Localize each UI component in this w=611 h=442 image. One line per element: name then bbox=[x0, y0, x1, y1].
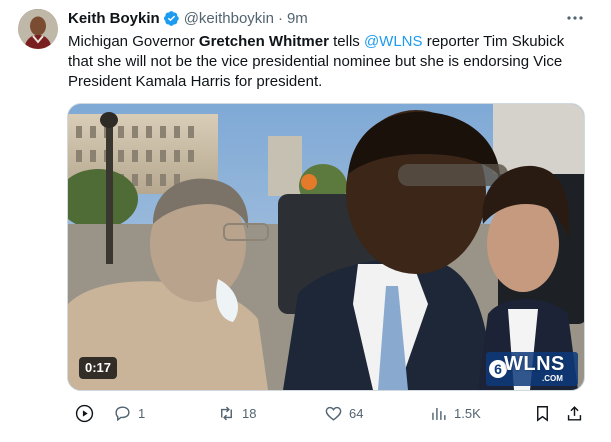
repost-icon[interactable] bbox=[217, 404, 236, 423]
author-handle[interactable]: @keithboykin bbox=[184, 10, 274, 27]
author-name[interactable]: Keith Boykin bbox=[68, 10, 160, 27]
tweet-text-part: Michigan Governor bbox=[68, 33, 199, 50]
logo-text: WLNS bbox=[504, 353, 565, 375]
like-count: 64 bbox=[349, 405, 364, 421]
video-duration: 0:17 bbox=[79, 357, 118, 379]
share-icon[interactable] bbox=[565, 404, 584, 423]
reply-icon[interactable] bbox=[113, 404, 132, 423]
tweet-text-part: tells bbox=[328, 33, 364, 50]
reply-button[interactable]: 1 bbox=[113, 402, 145, 424]
verified-badge-icon[interactable] bbox=[163, 10, 180, 27]
logo-sub: .COM bbox=[542, 374, 563, 383]
action-bar: 1 18 64 1.5K bbox=[67, 398, 587, 428]
tweet-header: Keith Boykin @keithboykin · 9m bbox=[68, 8, 308, 28]
bookmark-button[interactable] bbox=[533, 402, 552, 424]
like-icon[interactable] bbox=[324, 404, 343, 423]
mention-link[interactable]: @WLNS bbox=[364, 33, 423, 50]
repost-count: 18 bbox=[242, 405, 257, 421]
video-frame bbox=[68, 104, 584, 390]
reply-count: 1 bbox=[138, 405, 146, 421]
view-count: 1.5K bbox=[454, 405, 481, 421]
tweet-text: Michigan Governor Gretchen Whitmer tells… bbox=[68, 32, 588, 92]
share-button[interactable] bbox=[565, 402, 584, 424]
views-button[interactable]: 1.5K bbox=[429, 402, 481, 424]
separator-dot: · bbox=[277, 9, 283, 27]
video-player[interactable]: 0:17 6 WLNS .COM bbox=[67, 103, 585, 391]
tweet[interactable]: Keith Boykin @keithboykin · 9m Michigan … bbox=[0, 0, 611, 442]
repost-button[interactable]: 18 bbox=[217, 402, 256, 424]
more-icon[interactable] bbox=[566, 9, 584, 27]
play-button[interactable] bbox=[75, 402, 94, 424]
svg-text:6: 6 bbox=[494, 361, 502, 377]
avatar[interactable] bbox=[18, 9, 58, 49]
timestamp[interactable]: 9m bbox=[287, 10, 308, 27]
like-button[interactable]: 64 bbox=[324, 402, 363, 424]
bookmark-icon[interactable] bbox=[533, 404, 552, 423]
bold-name: Gretchen Whitmer bbox=[198, 33, 329, 50]
views-icon[interactable] bbox=[429, 404, 448, 423]
channel-logo: 6 WLNS .COM bbox=[486, 352, 578, 386]
play-icon[interactable] bbox=[75, 404, 94, 423]
